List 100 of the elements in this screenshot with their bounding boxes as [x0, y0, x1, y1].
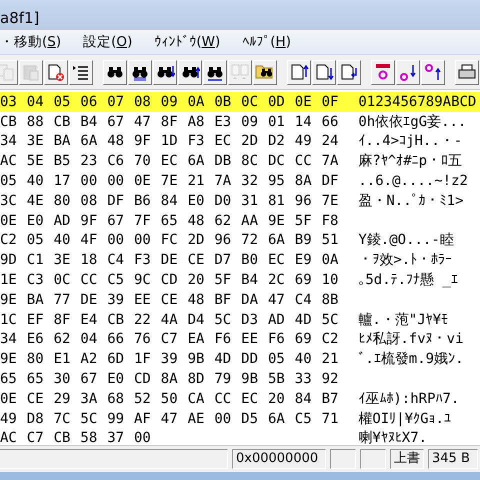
text-preview: 盈・N..ﾟｶ・ﾐ1> [358, 192, 464, 210]
hex-byte: 52 [134, 390, 152, 407]
hex-byte: EE [134, 292, 152, 308]
hex-byte: 96 [214, 232, 232, 248]
toolbar-button[interactable] [337, 60, 361, 84]
column-header: 0C [241, 94, 260, 110]
hex-byte: CC [80, 272, 98, 288]
toolbar-button[interactable] [178, 60, 202, 84]
hex-byte: 1D [160, 133, 179, 150]
toolbar-button[interactable] [312, 60, 336, 84]
hex-byte: 05 [268, 351, 286, 368]
toolbar-button[interactable] [287, 60, 311, 84]
column-header: 0F [322, 94, 340, 110]
hex-byte: 81 [268, 192, 286, 209]
hex-byte: 72 [241, 232, 260, 248]
hex-byte: FC [160, 232, 179, 248]
hex-byte: D2 [268, 133, 286, 150]
hex-byte: 67 [80, 371, 98, 388]
text-preview: ・ｦ效>.ﾄ・ﾎﾗｰ [358, 251, 452, 270]
hex-byte: AE [188, 410, 206, 427]
text-preview: Y錂.@O...-睦 [358, 231, 454, 250]
hex-byte: 34 [0, 133, 18, 150]
hex-byte: 21 [322, 351, 340, 368]
column-header: 0A [188, 94, 206, 110]
hex-byte: 29 [54, 390, 72, 407]
hex-byte: C4 [107, 252, 126, 268]
hex-byte: EC [160, 153, 179, 170]
hex-byte: E0 [107, 371, 126, 388]
hex-byte: 9F [134, 133, 152, 150]
hex-byte: CE [160, 292, 179, 308]
hex-byte: E6 [26, 331, 45, 348]
hex-byte: B0 [241, 252, 260, 268]
hex-byte: EC [241, 390, 260, 407]
hex-byte: 6A [268, 410, 286, 427]
hex-byte: C4 [294, 292, 313, 308]
column-header: 03 [0, 94, 18, 110]
hex-byte: 14 [294, 114, 313, 130]
text-preview: ﾞ.ｴ梳發m.9娥ﾝ. [358, 350, 464, 368]
hex-byte: 40 [26, 173, 45, 190]
hex-byte: 69 [294, 272, 313, 288]
hex-byte: 5F [294, 212, 313, 229]
toolbar-button[interactable] [153, 60, 177, 84]
hex-byte: 48 [107, 133, 126, 150]
hex-byte: 18 [80, 252, 98, 268]
hex-byte: 66 [322, 114, 340, 130]
hex-byte: 6A [80, 133, 98, 150]
hex-byte: 48 [188, 292, 206, 308]
hex-byte: CB [0, 114, 18, 130]
hex-byte: C7 [26, 430, 45, 445]
menu-item[interactable]: ・移動(S) [0, 33, 62, 51]
toolbar-button[interactable] [44, 60, 68, 84]
toolbar-button[interactable] [128, 60, 152, 84]
hex-byte: 3A [80, 390, 98, 407]
hex-byte: 7A [214, 173, 232, 190]
menu-item[interactable]: ｳｨﾝﾄﾞｳ(W) [154, 34, 220, 50]
hex-byte: 2D [188, 232, 206, 248]
hex-byte: DE [80, 292, 98, 308]
hex-byte: 9F [80, 212, 98, 229]
hex-byte: CE [188, 252, 206, 268]
hex-byte: 9B [241, 371, 260, 388]
window-title: a8f1] [0, 9, 40, 27]
hex-byte: 47 [160, 410, 179, 427]
hex-byte: 8F [54, 312, 72, 328]
menu-item[interactable]: ﾍﾙﾌﾟ(H) [242, 34, 291, 50]
mark-down-icon [398, 62, 418, 82]
toolbar-button[interactable] [103, 60, 127, 84]
hex-byte: 21 [188, 173, 206, 190]
hex-byte: 67 [107, 114, 126, 130]
hex-byte: DE [160, 252, 179, 268]
delete-document-icon [46, 62, 66, 82]
hex-byte: AC [0, 430, 18, 445]
hex-byte: C5 [294, 410, 313, 427]
hex-byte: AC [0, 153, 18, 170]
hex-byte: 30 [54, 371, 72, 388]
hex-byte: 71 [322, 410, 340, 427]
hex-byte: 62 [54, 331, 72, 348]
hex-byte: 31 [241, 192, 260, 209]
text-preview: 0h依依ｴgG妾... [358, 112, 466, 131]
hex-byte: 6A [268, 232, 286, 248]
toolbar-button[interactable] [69, 60, 93, 84]
hex-byte: E0 [188, 192, 206, 209]
hex-byte: CD [160, 272, 179, 288]
toolbar-button[interactable] [421, 60, 445, 84]
hex-byte: 9E [0, 351, 18, 368]
hex-byte: DF [322, 173, 340, 190]
toolbar-button[interactable] [455, 60, 479, 84]
menu-item[interactable]: 設定(O) [83, 33, 132, 51]
hex-byte: D8 [26, 410, 45, 427]
hex-byte: 48 [188, 212, 206, 229]
toolbar-button[interactable] [396, 60, 420, 84]
hex-byte: CC [294, 153, 313, 170]
column-header: 0D [268, 94, 286, 110]
hex-byte: 47 [134, 114, 152, 130]
toolbar-button[interactable] [253, 60, 277, 84]
hex-byte: AF [134, 410, 152, 427]
hex-byte: C1 [26, 252, 45, 268]
hex-byte: D7 [214, 252, 232, 268]
hex-byte: 3C [0, 192, 18, 209]
toolbar-button[interactable] [203, 60, 227, 84]
hex-byte: 32 [241, 173, 260, 190]
